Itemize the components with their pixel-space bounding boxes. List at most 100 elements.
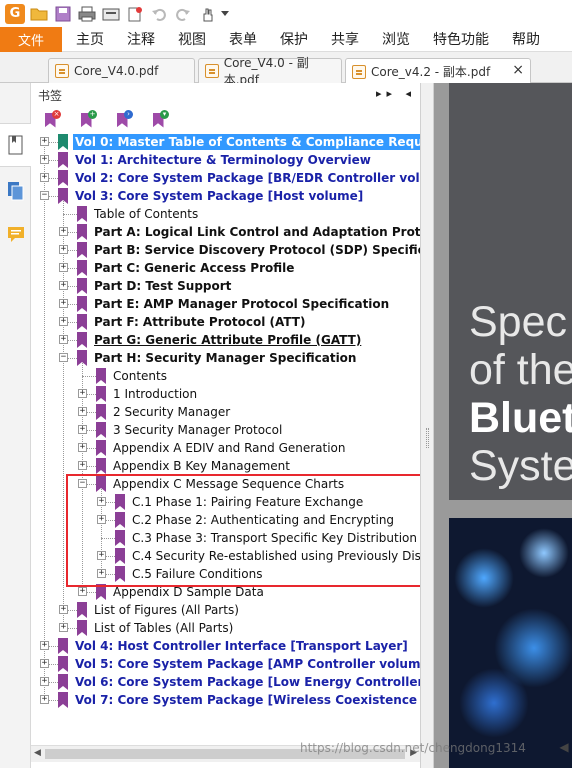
menu-browse[interactable]: 浏览 [369, 29, 420, 49]
undo-button[interactable] [148, 3, 170, 25]
expand-icon[interactable]: + [59, 227, 68, 236]
bookmark-item[interactable]: + Part A: Logical Link Control and Adapta… [31, 223, 420, 241]
bookmark-item[interactable]: Contents [31, 367, 420, 385]
menu-form[interactable]: 表单 [216, 29, 267, 49]
bookmark-item[interactable]: Table of Contents [31, 205, 420, 223]
bookmark-tree: + Vol 0: Master Table of Contents & Compl… [31, 133, 420, 745]
bookmark-item[interactable]: +3 Security Manager Protocol [31, 421, 420, 439]
save-button[interactable] [52, 3, 74, 25]
menu-help[interactable]: 帮助 [499, 29, 550, 49]
panel-collapse-controls[interactable]: ▸▸ ◂ [376, 87, 416, 100]
bookmarks-panel: 书签 ▸▸ ◂ × + › ▾ + Vol 0: Master Table of … [31, 83, 420, 768]
delete-bookmark-button[interactable]: × [41, 110, 61, 129]
redo-button[interactable] [172, 3, 194, 25]
expand-icon[interactable]: + [78, 425, 87, 434]
hand-tool-icon [203, 8, 213, 21]
bookmark-item[interactable]: + Vol 4: Host Controller Interface [Trans… [31, 637, 420, 655]
bookmark-item[interactable]: + List of Tables (All Parts) [31, 619, 420, 637]
expand-icon[interactable]: + [59, 335, 68, 344]
expand-icon[interactable]: + [40, 137, 49, 146]
close-tab-icon[interactable]: × [512, 62, 524, 78]
bookmark-item[interactable]: + Part G: Generic Attribute Profile (GATT… [31, 331, 420, 349]
expand-icon[interactable]: + [40, 659, 49, 668]
bookmark-item[interactable]: + List of Figures (All Parts) [31, 601, 420, 619]
foxit-logo-icon: G [5, 3, 25, 24]
new-button[interactable] [124, 3, 146, 25]
bookmark-flag-icon [58, 188, 68, 204]
bookmark-item[interactable]: + Appendix A EDIV and Rand Generation [31, 439, 420, 457]
expand-icon[interactable]: + [78, 461, 87, 470]
hand-tool-button[interactable] [196, 3, 218, 25]
bookmarks-nav-button[interactable] [0, 123, 32, 167]
bookmark-item[interactable]: − Vol 3: Core System Package [Host volume… [31, 187, 420, 205]
expand-bookmark-button[interactable]: ▾ [149, 110, 169, 129]
menu-comment[interactable]: 注释 [114, 29, 165, 49]
expand-icon[interactable]: + [40, 641, 49, 650]
scroll-corner-icon[interactable]: ◀ [556, 740, 572, 760]
expand-icon[interactable]: + [78, 407, 87, 416]
bookmark-item[interactable]: + Part F: Attribute Protocol (ATT) [31, 313, 420, 331]
expand-icon[interactable]: + [40, 677, 49, 686]
bookmark-item[interactable]: + Vol 2: Core System Package [BR/EDR Cont… [31, 169, 420, 187]
bookmark-item[interactable]: +1 Introduction [31, 385, 420, 403]
expand-icon[interactable]: + [59, 605, 68, 614]
expand-icon[interactable]: + [40, 155, 49, 164]
bookmark-flag-icon [77, 206, 87, 222]
open-button[interactable] [28, 3, 50, 25]
tab-core-v4-0-copy[interactable]: Core_V4.0 - 副本.pdf [198, 56, 342, 87]
bookmark-label: List of Figures (All Parts) [94, 603, 239, 617]
menu-home[interactable]: 主页 [62, 29, 114, 49]
panel-splitter[interactable] [420, 83, 434, 768]
bookmark-flag-icon [77, 314, 87, 330]
bookmark-item[interactable]: + Part E: AMP Manager Protocol Specificat… [31, 295, 420, 313]
bookmark-label: Vol 6: Core System Package [Low Energy C… [75, 675, 420, 689]
file-menu[interactable]: 文件 [0, 26, 62, 52]
bookmark-flag-icon [58, 638, 68, 654]
bookmark-item[interactable]: +2 Security Manager [31, 403, 420, 421]
bookmark-item[interactable]: + Appendix B Key Management [31, 457, 420, 475]
expand-icon[interactable]: + [40, 173, 49, 182]
new-icon [128, 6, 142, 21]
move-bookmark-button[interactable]: › [113, 110, 133, 129]
expand-icon[interactable]: + [59, 623, 68, 632]
add-bookmark-button[interactable]: + [77, 110, 97, 129]
bookmark-item[interactable]: + Part C: Generic Access Profile [31, 259, 420, 277]
bookmark-item[interactable]: + Part D: Test Support [31, 277, 420, 295]
scroll-left-icon[interactable]: ◀ [34, 748, 41, 758]
app-logo[interactable]: G [4, 3, 26, 25]
toolbar-dropdown[interactable] [220, 3, 230, 25]
pdf-file-icon [205, 64, 219, 78]
bookmark-item[interactable]: + Vol 7: Core System Package [Wireless Co… [31, 691, 420, 709]
expand-icon[interactable]: + [59, 263, 68, 272]
expand-icon[interactable]: + [59, 281, 68, 290]
pages-nav-button[interactable] [0, 169, 31, 213]
expand-icon[interactable]: + [40, 695, 49, 704]
document-view[interactable]: Spec of the Blueto Syste [434, 83, 572, 768]
menu-protect[interactable]: 保护 [267, 29, 318, 49]
expand-icon[interactable]: + [78, 587, 87, 596]
bookmark-flag-icon [77, 332, 87, 348]
tab-core-v4-0[interactable]: Core_V4.0.pdf [48, 58, 195, 83]
comments-nav-button[interactable] [0, 213, 31, 257]
menu-share[interactable]: 共享 [318, 29, 369, 49]
bookmark-item[interactable]: + Vol 6: Core System Package [Low Energy … [31, 673, 420, 691]
menu-view[interactable]: 视图 [165, 29, 216, 49]
collapse-icon[interactable]: − [59, 353, 68, 362]
collapse-icon[interactable]: − [40, 191, 49, 200]
bookmark-item[interactable]: + Vol 0: Master Table of Contents & Compl… [31, 133, 420, 151]
cover-title-line: of the [469, 346, 572, 394]
splitter-grip-icon[interactable] [426, 428, 429, 448]
menu-features[interactable]: 特色功能 [420, 29, 499, 49]
bookmark-item[interactable]: − Part H: Security Manager Specification [31, 349, 420, 367]
expand-icon[interactable]: + [59, 245, 68, 254]
expand-icon[interactable]: + [78, 443, 87, 452]
bookmark-item[interactable]: + Vol 1: Architecture & Terminology Overv… [31, 151, 420, 169]
print-button[interactable] [76, 3, 98, 25]
expand-icon[interactable]: + [78, 389, 87, 398]
expand-icon[interactable]: + [59, 317, 68, 326]
bookmark-item[interactable]: + Vol 5: Core System Package [AMP Control… [31, 655, 420, 673]
bookmark-item[interactable]: + Part B: Service Discovery Protocol (SDP… [31, 241, 420, 259]
fax-button[interactable] [100, 3, 122, 25]
tab-core-v4-2-copy[interactable]: Core_v4.2 - 副本.pdf × [345, 58, 531, 84]
expand-icon[interactable]: + [59, 299, 68, 308]
